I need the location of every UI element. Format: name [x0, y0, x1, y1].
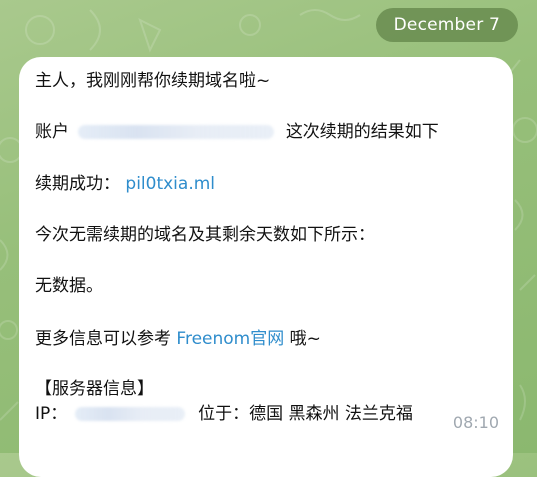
renew-success-line: 续期成功： pil0txia.ml [35, 173, 503, 195]
renewed-domain-link[interactable]: pil0txia.ml [125, 174, 215, 194]
no-data-line: 无数据。 [35, 276, 103, 296]
location-text: 位于：德国 黑森州 法兰克福 [198, 404, 413, 424]
account-line: 账户 这次续期的结果如下 [35, 121, 503, 143]
date-separator: December 7 [375, 8, 518, 42]
freenom-link[interactable]: Freenom官网 [176, 329, 284, 349]
account-prefix: 账户 [35, 122, 69, 142]
redacted-account [78, 125, 275, 139]
message-time: 08:10 [452, 413, 499, 432]
redacted-ip [74, 407, 185, 421]
ip-label: IP： [35, 404, 68, 424]
message-bubble[interactable]: 主人，我刚刚帮你续期域名啦~ 账户 这次续期的结果如下 续期成功： pil0tx… [19, 57, 513, 477]
no-renew-line: 今次无需续期的域名及其剩余天数如下所示： [35, 225, 375, 245]
more-info-suffix: 哦~ [289, 329, 321, 349]
account-suffix: 这次续期的结果如下 [285, 122, 439, 142]
more-info-line: 更多信息可以参考 Freenom官网 哦~ [35, 328, 503, 350]
more-info-prefix: 更多信息可以参考 [35, 329, 171, 349]
renew-success-label: 续期成功： [35, 174, 120, 194]
server-info-header: 【服务器信息】 [35, 379, 154, 399]
ip-line: IP： 位于：德国 黑森州 法兰克福 [35, 403, 503, 425]
greeting-line: 主人，我刚刚帮你续期域名啦~ [35, 71, 271, 91]
